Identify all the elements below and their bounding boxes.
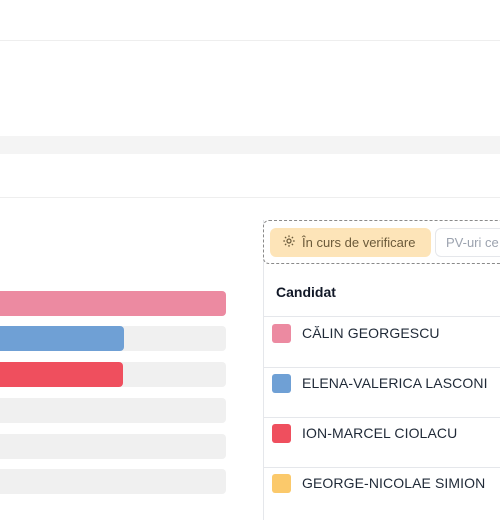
- pv-filter[interactable]: PV-uri ce: [435, 228, 500, 257]
- candidate-name: CĂLIN GEORGESCU: [302, 325, 440, 341]
- candidate-name: GEORGE-NICOLAE SIMION: [302, 475, 486, 491]
- bar-track: [0, 362, 226, 387]
- bar-track: [0, 326, 226, 351]
- candidate-name: ION-MARCEL CIOLACU: [302, 425, 458, 441]
- section-divider: [0, 197, 500, 198]
- column-header-candidate: Candidat: [276, 284, 336, 300]
- candidate-color-swatch: [272, 474, 291, 493]
- candidate-row[interactable]: ION-MARCEL CIOLACU: [264, 417, 500, 467]
- candidate-color-swatch: [272, 374, 291, 393]
- candidate-row[interactable]: GEORGE-NICOLAE SIMION: [264, 467, 500, 517]
- pv-filter-label: PV-uri ce: [446, 235, 499, 250]
- bar-track: [0, 469, 226, 494]
- section-separator: [0, 136, 500, 154]
- gear-icon: [282, 234, 296, 251]
- bar-fill: [0, 362, 124, 387]
- bar-fill: [0, 326, 125, 351]
- verification-status-label: În curs de verificare: [302, 235, 416, 250]
- bar-track: [0, 291, 226, 316]
- candidate-name: ELENA-VALERICA LASCONI: [302, 375, 488, 391]
- candidate-row[interactable]: ELENA-VALERICA LASCONI: [264, 367, 500, 417]
- bar-fill: [0, 291, 226, 316]
- bar-track: [0, 398, 226, 423]
- candidate-color-swatch: [272, 324, 291, 343]
- verification-status-filter[interactable]: În curs de verificare: [270, 228, 431, 257]
- candidate-row[interactable]: CĂLIN GEORGESCU: [264, 317, 500, 367]
- bar-track: [0, 434, 226, 459]
- candidate-color-swatch: [272, 424, 291, 443]
- top-divider: [0, 40, 500, 41]
